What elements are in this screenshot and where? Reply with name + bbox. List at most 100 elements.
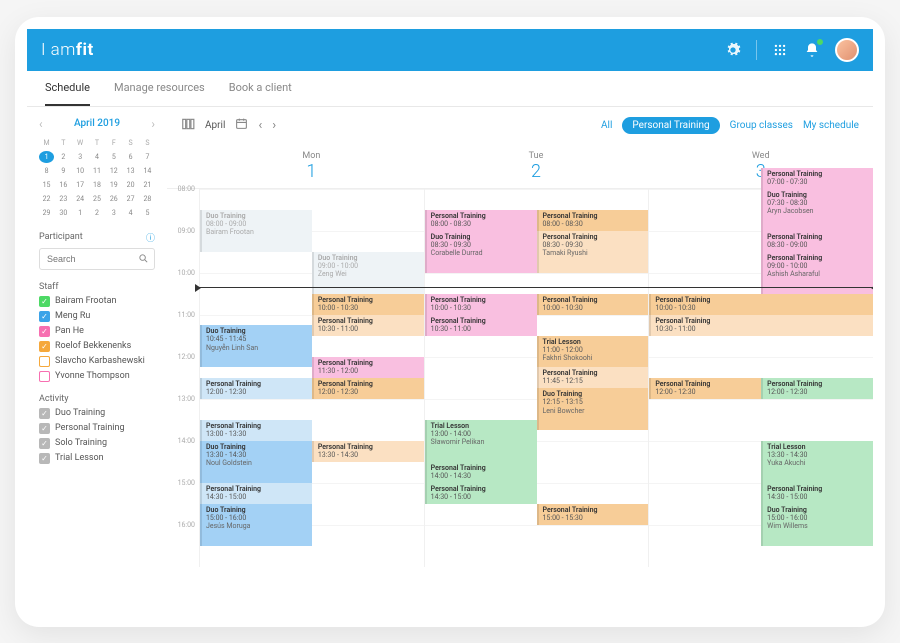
- calendar-event[interactable]: Personal Training10:00 - 10:30: [425, 294, 537, 315]
- minical-day[interactable]: 13: [123, 165, 138, 177]
- calendar-event[interactable]: Duo Training07:30 - 08:30Aryn Jacobsen: [761, 189, 873, 231]
- activity-item[interactable]: ✓Solo Training: [39, 438, 155, 449]
- checkbox[interactable]: ✓: [39, 326, 50, 337]
- minical-day[interactable]: 4: [89, 151, 104, 163]
- calendar-event[interactable]: Duo Training15:00 - 16:00Wim Willems: [761, 504, 873, 546]
- minical-day[interactable]: 18: [89, 179, 104, 191]
- staff-item[interactable]: ✓Pan He: [39, 326, 155, 337]
- calendar-event[interactable]: Personal Training12:00 - 12:30: [312, 378, 424, 399]
- minical-day[interactable]: 26: [106, 193, 121, 205]
- minical-day[interactable]: 5: [140, 207, 155, 219]
- toolbar-prev-icon[interactable]: ‹: [258, 118, 262, 133]
- calendar-event[interactable]: Personal Training10:30 - 11:00: [649, 315, 873, 336]
- calendar-event[interactable]: Personal Training14:30 - 15:00: [200, 483, 312, 504]
- gear-icon[interactable]: [724, 41, 742, 59]
- calendar-event[interactable]: Duo Training15:00 - 16:00Jesús Moruga: [200, 504, 312, 546]
- checkbox[interactable]: ✓: [39, 408, 50, 419]
- tab-book-client[interactable]: Book a client: [229, 71, 292, 106]
- apps-icon[interactable]: [771, 41, 789, 59]
- minical-day[interactable]: 3: [73, 151, 88, 163]
- minical-day[interactable]: 7: [140, 151, 155, 163]
- calendar[interactable]: Mon1 Tue2 Wed3 08:0009:0010:0011:0012:00…: [167, 145, 873, 615]
- minical-day[interactable]: 29: [39, 207, 54, 219]
- minical-day[interactable]: 19: [106, 179, 121, 191]
- minical-day[interactable]: 1: [73, 207, 88, 219]
- calendar-event[interactable]: Personal Training10:30 - 11:00: [312, 315, 424, 336]
- calendar-event[interactable]: Personal Training12:00 - 12:30: [761, 378, 873, 399]
- minical-day[interactable]: 6: [123, 151, 138, 163]
- calendar-event[interactable]: Personal Training10:00 - 10:30: [312, 294, 424, 315]
- calendar-event[interactable]: Duo Training08:00 - 09:00Bairam Frootan: [200, 210, 312, 252]
- minical-day[interactable]: 10: [73, 165, 88, 177]
- minical-day[interactable]: 20: [123, 179, 138, 191]
- staff-item[interactable]: ✓Roelof Bekkenenks: [39, 341, 155, 352]
- notification-icon[interactable]: [803, 41, 821, 59]
- minical-day[interactable]: 3: [106, 207, 121, 219]
- checkbox[interactable]: ✓: [39, 423, 50, 434]
- checkbox[interactable]: ✓: [39, 438, 50, 449]
- minical-day[interactable]: 11: [89, 165, 104, 177]
- minical-day[interactable]: 9: [56, 165, 71, 177]
- calendar-event[interactable]: Personal Training10:00 - 10:30: [537, 294, 649, 315]
- activity-item[interactable]: ✓Duo Training: [39, 408, 155, 419]
- calendar-event[interactable]: Duo Training10:45 - 11:45Nguyễn Linh San: [200, 325, 312, 367]
- minical-day[interactable]: 28: [140, 193, 155, 205]
- filter-group-classes[interactable]: Group classes: [730, 120, 793, 131]
- staff-item[interactable]: ✓Bairam Frootan: [39, 296, 155, 307]
- calendar-event[interactable]: Personal Training13:30 - 14:30: [312, 441, 424, 462]
- day-column-wed[interactable]: Personal Training07:00 - 07:30Duo Traini…: [648, 189, 873, 567]
- checkbox[interactable]: ✓: [39, 341, 50, 352]
- minical-day[interactable]: 23: [56, 193, 71, 205]
- calendar-event[interactable]: Personal Training15:00 - 15:30: [537, 504, 649, 525]
- calendar-event[interactable]: Personal Training14:00 - 14:30: [425, 462, 537, 483]
- minical-day[interactable]: 24: [73, 193, 88, 205]
- calendar-event[interactable]: Personal Training08:30 - 09:00: [761, 231, 873, 252]
- minical-day[interactable]: 5: [106, 151, 121, 163]
- filter-all[interactable]: All: [601, 120, 612, 131]
- checkbox[interactable]: [39, 371, 50, 382]
- minical-day[interactable]: 1: [39, 151, 54, 163]
- calendar-event[interactable]: Personal Training11:45 - 12:15: [537, 367, 649, 388]
- calendar-event[interactable]: Personal Training12:00 - 12:30: [649, 378, 761, 399]
- minical-prev-icon[interactable]: ‹: [39, 117, 43, 131]
- checkbox[interactable]: ✓: [39, 296, 50, 307]
- checkbox[interactable]: ✓: [39, 311, 50, 322]
- staff-item[interactable]: Yvonne Thompson: [39, 371, 155, 382]
- activity-item[interactable]: ✓Personal Training: [39, 423, 155, 434]
- toolbar-next-icon[interactable]: ›: [272, 118, 276, 133]
- calendar-event[interactable]: Personal Training12:00 - 12:30: [200, 378, 312, 399]
- calendar-event[interactable]: Personal Training14:30 - 15:00: [761, 483, 873, 504]
- tab-schedule[interactable]: Schedule: [45, 71, 90, 106]
- minical-day[interactable]: 15: [39, 179, 54, 191]
- avatar[interactable]: [835, 38, 859, 62]
- calendar-event[interactable]: Duo Training12:15 - 13:15Leni Bowcher: [537, 388, 649, 430]
- calendar-icon[interactable]: [235, 117, 248, 134]
- filter-personal-training[interactable]: Personal Training: [622, 117, 719, 134]
- minical-next-icon[interactable]: ›: [151, 117, 155, 131]
- day-column-mon[interactable]: Duo Training08:00 - 09:00Bairam Frootan D…: [199, 189, 424, 567]
- calendar-event[interactable]: Personal Training07:00 - 07:30: [761, 168, 873, 189]
- view-columns-icon[interactable]: [181, 117, 195, 135]
- staff-item[interactable]: Slavcho Karbashewski: [39, 356, 155, 367]
- activity-item[interactable]: ✓Trial Lesson: [39, 453, 155, 464]
- minical-day[interactable]: 17: [73, 179, 88, 191]
- calendar-event[interactable]: Personal Training14:30 - 15:00: [425, 483, 537, 504]
- minical-day[interactable]: 8: [39, 165, 54, 177]
- minical-day[interactable]: 2: [89, 207, 104, 219]
- staff-item[interactable]: ✓Meng Ru: [39, 311, 155, 322]
- minical-day[interactable]: 14: [140, 165, 155, 177]
- minical-day[interactable]: 27: [123, 193, 138, 205]
- calendar-event[interactable]: Duo Training13:30 - 14:30Noul Goldstein: [200, 441, 312, 483]
- info-icon[interactable]: ⓘ: [146, 231, 155, 244]
- tab-manage-resources[interactable]: Manage resources: [114, 71, 205, 106]
- checkbox[interactable]: [39, 356, 50, 367]
- minical-day[interactable]: 22: [39, 193, 54, 205]
- checkbox[interactable]: ✓: [39, 453, 50, 464]
- minical-day[interactable]: 16: [56, 179, 71, 191]
- minical-day[interactable]: 2: [56, 151, 71, 163]
- calendar-event[interactable]: Personal Training11:30 - 12:00: [312, 357, 424, 378]
- minical-day[interactable]: 30: [56, 207, 71, 219]
- filter-my-schedule[interactable]: My schedule: [803, 120, 859, 131]
- minical-day[interactable]: 21: [140, 179, 155, 191]
- calendar-event[interactable]: Trial Lesson13:30 - 14:30Yuka Akuchi: [761, 441, 873, 483]
